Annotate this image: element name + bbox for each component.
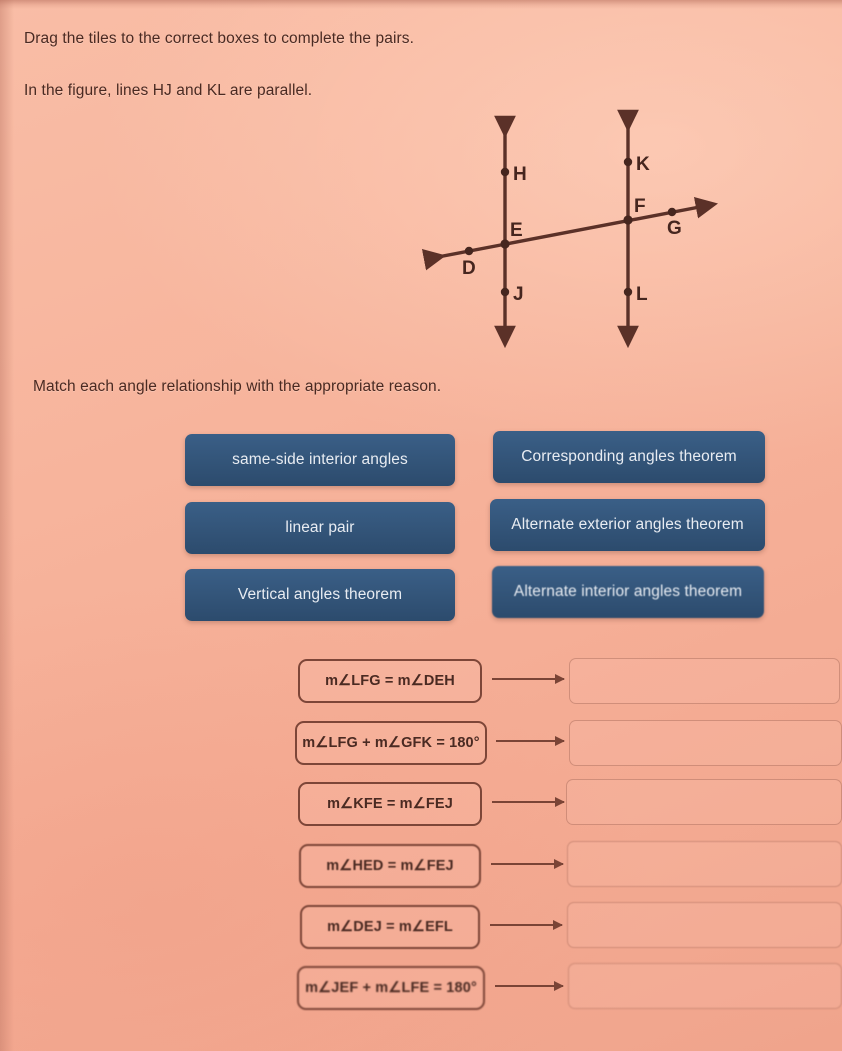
tile-alternate-interior-angles-theorem[interactable]: Alternate interior angles theorem (492, 566, 764, 618)
point-j (500, 287, 510, 297)
tile-same-side-interior-angles[interactable]: same-side interior angles (185, 434, 455, 486)
figure-label-g: G (667, 218, 682, 239)
geometry-figure: H K F G E D J L (410, 100, 740, 370)
equation-label: m∠LFG + m∠GFK = 180° (295, 721, 487, 765)
arrow-icon (491, 859, 564, 869)
arrow-icon (490, 920, 563, 930)
figure-label-d: D (462, 258, 476, 279)
arrow-icon (492, 674, 565, 684)
tile-corresponding-angles-theorem[interactable]: Corresponding angles theorem (493, 431, 765, 483)
figure-label-j: J (513, 284, 524, 305)
figure-label-e: E (510, 220, 523, 241)
tile-vertical-angles-theorem[interactable]: Vertical angles theorem (185, 569, 455, 621)
equation-label: m∠KFE = m∠FEJ (298, 782, 482, 826)
parallel-lines-diagram: H K F G E D J L (421, 109, 719, 349)
tile-alternate-exterior-angles-theorem[interactable]: Alternate exterior angles theorem (490, 499, 765, 551)
point-d (464, 246, 474, 256)
point-k (623, 157, 633, 167)
point-f (623, 215, 633, 225)
answer-drop-box[interactable] (566, 779, 842, 825)
equation-label: m∠HED = m∠FEJ (299, 844, 481, 888)
tile-linear-pair[interactable]: linear pair (185, 502, 455, 554)
answer-drop-box[interactable] (568, 963, 842, 1009)
match-row: m∠LFG + m∠GFK = 180° (0, 720, 842, 772)
figure-label-h: H (513, 164, 527, 185)
match-row: m∠JEF + m∠LFE = 180° (0, 963, 842, 1017)
match-row: m∠LFG = m∠DEH (0, 658, 842, 710)
point-h (500, 167, 510, 177)
answer-drop-box[interactable] (567, 902, 842, 948)
match-row: m∠DEJ = m∠EFL (0, 902, 842, 956)
answer-drop-box[interactable] (569, 720, 842, 766)
point-e (500, 239, 510, 249)
equation-label: m∠LFG = m∠DEH (298, 659, 482, 703)
equation-label: m∠JEF + m∠LFE = 180° (297, 966, 485, 1010)
answer-drop-box[interactable] (569, 658, 840, 704)
figure-label-f: F (634, 196, 646, 217)
instruction-match-relationship: Match each angle relationship with the a… (33, 378, 442, 395)
worksheet-page: Drag the tiles to the correct boxes to c… (0, 0, 842, 1051)
arrow-icon (496, 736, 565, 746)
answer-drop-box[interactable] (567, 841, 842, 887)
figure-label-k: K (636, 154, 650, 175)
arrow-icon (492, 797, 565, 807)
arrow-icon (495, 981, 564, 991)
equation-label: m∠DEJ = m∠EFL (300, 905, 480, 949)
match-row: m∠KFE = m∠FEJ (0, 779, 842, 833)
instruction-figure-note: In the figure, lines HJ and KL are paral… (24, 82, 313, 99)
figure-label-l: L (636, 284, 648, 305)
point-g (667, 207, 677, 217)
point-l (623, 287, 633, 297)
match-row: m∠HED = m∠FEJ (0, 841, 842, 895)
instruction-drag-tiles: Drag the tiles to the correct boxes to c… (24, 30, 415, 47)
